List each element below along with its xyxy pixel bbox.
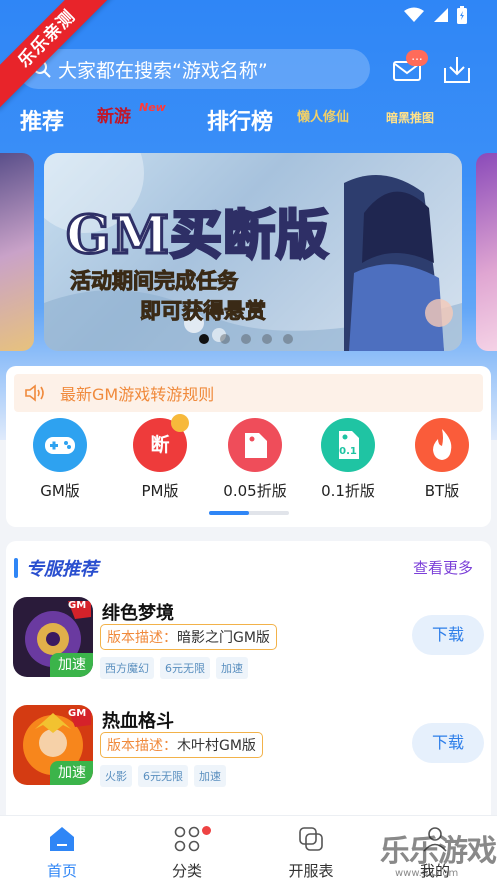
category-scroll-indicator — [209, 511, 289, 515]
download-icon — [444, 57, 470, 83]
category-label: PM版 — [141, 482, 179, 500]
tab-label: 首页 — [46, 862, 77, 880]
game-list-card: 专服推荐 查看更多 GM 加速 绯色梦境 版本描述： 暗影之门GM版 西方魔幻 … — [6, 541, 491, 841]
top-nav: 推荐 新游 New 排行榜 懒人修仙 暗黑推图 — [0, 100, 497, 140]
banner-title: GM买断版 — [65, 204, 330, 268]
section-accent-bar — [14, 558, 18, 578]
game-row[interactable]: GM 加速 热血格斗 版本描述： 木叶村GM版 火影 6元无限 加速 下载 — [6, 705, 491, 795]
category-gm[interactable]: GM版 — [18, 418, 102, 501]
game-row[interactable]: GM 加速 绯色梦境 版本描述： 暗影之门GM版 西方魔幻 6元无限 加速 下载 — [6, 597, 491, 687]
section-header: 专服推荐 — [14, 555, 98, 581]
message-button[interactable]: ... — [393, 50, 428, 88]
game-tag: 西方魔幻 — [100, 657, 154, 679]
version-description: 版本描述： 暗影之门GM版 — [100, 624, 277, 650]
desc-key: 版本描述： — [107, 738, 177, 754]
new-badge: New — [139, 101, 166, 114]
download-button[interactable] — [441, 54, 473, 86]
search-placeholder: 大家都在搜索“游戏名称” — [58, 59, 268, 82]
category-label: GM版 — [40, 482, 80, 500]
tab-lanren[interactable]: 懒人修仙 — [297, 106, 349, 125]
promo-banner[interactable]: GM买断版 活动期间完成任务 即可获得悬赏 — [44, 153, 462, 351]
gamepad-icon — [33, 418, 87, 472]
pm-icon: 断 — [133, 414, 189, 472]
notification-dot — [202, 826, 211, 835]
tab-recommend[interactable]: 推荐 — [20, 104, 64, 136]
banner-subtitle-2: 即可获得悬赏 — [140, 299, 267, 324]
grid-icon — [174, 826, 200, 852]
tag-list: 西方魔幻 6元无限 加速 — [100, 657, 248, 679]
message-badge: ... — [406, 50, 428, 66]
banner-next-peek[interactable] — [476, 153, 497, 351]
tab-home[interactable]: 首页 — [22, 824, 102, 881]
banner-subtitle-1: 活动期间完成任务 — [70, 269, 239, 294]
banner-pager — [199, 334, 293, 344]
category-01[interactable]: 0.1 0.1折版 — [306, 418, 390, 501]
section-title: 专服推荐 — [26, 559, 98, 580]
server-list-icon — [299, 827, 323, 851]
speed-badge: 加速 — [50, 761, 93, 785]
notice-bar[interactable]: 最新GM游戏转游规则 — [14, 374, 483, 412]
pager-dot[interactable] — [241, 334, 251, 344]
tab-anhei[interactable]: 暗黑推图 — [386, 109, 434, 126]
category-pm[interactable]: 断 PM版 — [118, 414, 202, 501]
speaker-icon — [25, 384, 44, 402]
pager-dot[interactable] — [262, 334, 272, 344]
watermark-logo: 乐乐游戏 — [380, 834, 497, 869]
download-button[interactable]: 下载 — [412, 723, 484, 763]
category-card: 最新GM游戏转游规则 GM版 断 PM版 0.05折版 0.1 0.1折版 BT… — [6, 366, 491, 527]
wifi-icon — [404, 7, 424, 22]
game-name: 绯色梦境 — [102, 603, 174, 624]
game-tag: 火影 — [100, 765, 132, 787]
notice-text: 最新GM游戏转游规则 — [60, 385, 215, 404]
category-bt[interactable]: BT版 — [400, 418, 484, 501]
category-label: 0.1折版 — [321, 482, 375, 500]
flame-icon — [415, 418, 469, 472]
pager-dot[interactable] — [199, 334, 209, 344]
signal-icon — [434, 8, 448, 22]
tab-xinyou[interactable]: 新游 — [97, 102, 131, 127]
gm-badge: GM — [68, 708, 87, 719]
search-bar[interactable]: 大家都在搜索“游戏名称” — [18, 49, 370, 89]
pager-dot[interactable] — [283, 334, 293, 344]
discount-glyph: 0.1 — [339, 446, 357, 457]
banner-prev-peek[interactable] — [0, 153, 34, 351]
tab-label: 分类 — [171, 862, 202, 880]
download-button[interactable]: 下载 — [412, 615, 484, 655]
discount-tag-icon: 0.1 — [321, 418, 375, 472]
category-row: GM版 断 PM版 0.05折版 0.1 0.1折版 BT版 — [6, 414, 491, 508]
desc-key: 版本描述： — [107, 630, 177, 646]
tag-list: 火影 6元无限 加速 — [100, 765, 226, 787]
scroll-indicator-fill — [209, 511, 249, 515]
game-tag: 6元无限 — [138, 765, 188, 787]
category-label: BT版 — [424, 482, 460, 500]
category-005[interactable]: 0.05折版 — [213, 418, 297, 501]
game-tag: 6元无限 — [160, 657, 210, 679]
battery-icon — [457, 6, 467, 24]
home-icon — [50, 827, 74, 851]
see-more-link[interactable]: 查看更多 — [413, 557, 473, 578]
category-label: 0.05折版 — [223, 482, 287, 500]
watermark-url: www.6ll.com — [395, 868, 459, 879]
tag-icon — [228, 418, 282, 472]
tab-label: 开服表 — [288, 862, 334, 880]
status-bar — [403, 6, 467, 24]
version-description: 版本描述： 木叶村GM版 — [100, 732, 263, 758]
desc-value: 暗影之门GM版 — [177, 630, 270, 646]
speed-badge: 加速 — [50, 653, 93, 677]
game-name: 热血格斗 — [102, 711, 174, 732]
game-tag: 加速 — [194, 765, 226, 787]
desc-value: 木叶村GM版 — [177, 738, 256, 754]
pm-glyph: 断 — [150, 434, 170, 456]
tab-ranking[interactable]: 排行榜 — [207, 104, 273, 136]
gm-badge: GM — [68, 600, 87, 611]
game-thumbnail[interactable]: GM 加速 — [13, 597, 93, 677]
pager-dot[interactable] — [220, 334, 230, 344]
game-tag: 加速 — [216, 657, 248, 679]
game-thumbnail[interactable]: GM 加速 — [13, 705, 93, 785]
tab-category[interactable]: 分类 — [147, 824, 227, 881]
tab-server-list[interactable]: 开服表 — [271, 824, 351, 881]
